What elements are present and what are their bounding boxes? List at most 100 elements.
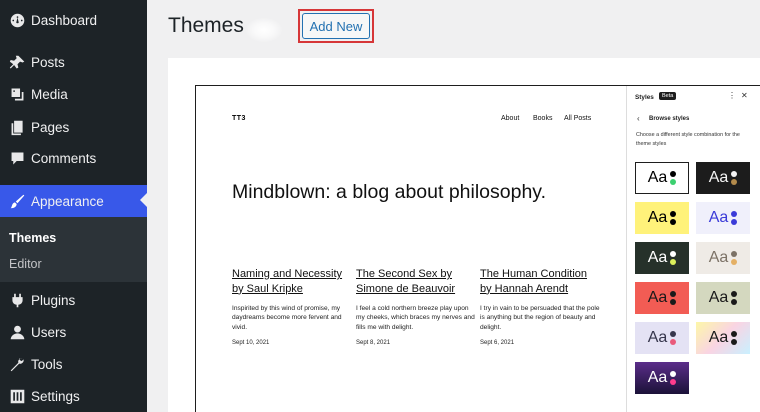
pin-icon [7, 52, 27, 72]
menu-label: Tools [31, 356, 63, 372]
screen-glare [246, 18, 282, 42]
plug-icon [7, 290, 27, 310]
swatch-color-dot [731, 291, 738, 297]
swatch-sample-text: Aa [708, 289, 729, 306]
style-variation-swatch[interactable]: Aa [635, 242, 689, 274]
swatch-color-dots [670, 290, 677, 306]
swatch-color-dots [670, 330, 677, 346]
swatch-sample-text: Aa [647, 169, 668, 186]
menu-label: Settings [31, 388, 80, 404]
swatch-sample-text: Aa [708, 249, 729, 266]
brush-icon [7, 191, 27, 211]
pages-icon [7, 117, 27, 137]
appearance-submenu: Themes Editor [0, 217, 147, 282]
swatch-color-dots [670, 250, 677, 266]
swatch-color-dot [670, 179, 677, 185]
admin-sidebar: Dashboard Posts Media Pages Comments App… [0, 0, 147, 412]
browse-styles-description: Choose a different style combination for… [636, 132, 740, 147]
add-new-button[interactable]: Add New [302, 13, 370, 39]
swatch-color-dots [731, 250, 738, 266]
menu-tools[interactable]: Tools [0, 349, 147, 379]
style-variation-swatch[interactable]: Aa [635, 202, 689, 234]
submenu-themes[interactable]: Themes [9, 231, 56, 245]
swatch-color-dot [731, 259, 738, 265]
menu-label: Plugins [31, 292, 76, 308]
swatch-color-dot [670, 251, 677, 257]
style-variation-swatch[interactable]: Aa [635, 362, 689, 394]
style-variation-swatch[interactable]: Aa [696, 202, 750, 234]
menu-users[interactable]: Users [0, 317, 147, 347]
more-options-icon[interactable]: ⋮ [728, 91, 736, 100]
post-title[interactable]: Naming and Necessity by Saul Kripke [232, 267, 352, 296]
comment-icon [7, 148, 27, 168]
styles-panel: Styles Beta ⋮ ✕ ‹ Browse styles Choose a… [626, 86, 760, 412]
style-variation-swatch[interactable]: Aa [696, 242, 750, 274]
swatch-color-dots [670, 210, 677, 226]
nav-all-posts[interactable]: All Posts [564, 115, 591, 122]
swatch-color-dot [731, 219, 738, 225]
menu-comments[interactable]: Comments [0, 143, 147, 173]
swatch-color-dot [670, 299, 677, 305]
swatch-sample-text: Aa [708, 209, 729, 226]
add-new-highlight: Add New [298, 9, 374, 43]
styles-panel-title: Styles [635, 94, 654, 101]
swatch-color-dot [670, 331, 677, 337]
swatch-sample-text: Aa [708, 169, 729, 186]
post-date: Sept 6, 2021 [480, 339, 515, 346]
menu-dashboard[interactable]: Dashboard [0, 5, 147, 35]
menu-media[interactable]: Media [0, 79, 147, 109]
swatch-color-dot [731, 339, 738, 345]
nav-books[interactable]: Books [533, 115, 552, 122]
swatch-sample-text: Aa [647, 209, 668, 226]
swatch-sample-text: Aa [647, 289, 668, 306]
menu-plugins[interactable]: Plugins [0, 285, 147, 315]
close-icon[interactable]: ✕ [741, 91, 748, 100]
theme-preview[interactable]: TT3 About Books All Posts Mindblown: a b… [195, 85, 760, 412]
menu-pages[interactable]: Pages [0, 112, 147, 142]
style-variation-swatch[interactable]: Aa [635, 282, 689, 314]
swatch-sample-text: Aa [647, 369, 668, 386]
nav-about[interactable]: About [501, 115, 519, 122]
users-icon [7, 322, 27, 342]
swatch-color-dot [731, 171, 738, 177]
swatch-color-dots [731, 170, 738, 186]
post-date: Sept 10, 2021 [232, 339, 270, 346]
menu-label: Comments [31, 150, 97, 166]
post-excerpt: Inspirited by this wind of promise, my d… [232, 305, 342, 331]
site-title: TT3 [232, 115, 246, 122]
swatch-color-dots [670, 170, 677, 186]
menu-label: Posts [31, 54, 65, 70]
post-date: Sept 8, 2021 [356, 339, 391, 346]
style-variation-swatch[interactable]: Aa [696, 162, 750, 194]
swatch-color-dot [731, 251, 738, 257]
menu-posts[interactable]: Posts [0, 47, 147, 77]
menu-label: Media [31, 86, 68, 102]
browse-styles-heading: Browse styles [649, 116, 690, 122]
post-title[interactable]: The Human Condition by Hannah Arendt [480, 267, 600, 296]
wrench-icon [7, 354, 27, 374]
style-variation-swatch[interactable]: Aa [635, 162, 689, 194]
post-excerpt: I try in vain to be persuaded that the p… [480, 305, 600, 331]
menu-appearance[interactable]: Appearance [0, 185, 147, 217]
swatch-color-dot [670, 259, 677, 265]
menu-settings[interactable]: Settings [0, 381, 147, 411]
post-card: The Second Sex by Simone de Beauvoir I f… [356, 267, 476, 346]
post-excerpt: I feel a cold northern breeze play upon … [356, 305, 475, 331]
back-chevron-icon[interactable]: ‹ [637, 114, 640, 123]
swatch-color-dot [670, 171, 677, 177]
swatch-color-dot [670, 371, 677, 377]
settings-icon [7, 386, 27, 406]
style-variation-swatch[interactable]: Aa [696, 322, 750, 354]
swatch-color-dot [670, 219, 677, 225]
submenu-editor[interactable]: Editor [9, 257, 42, 271]
swatch-color-dots [670, 370, 677, 386]
dashboard-icon [7, 10, 27, 30]
beta-badge: Beta [659, 92, 677, 100]
page-title: Themes [168, 14, 244, 37]
swatch-color-dot [731, 299, 738, 305]
style-variation-swatch[interactable]: Aa [635, 322, 689, 354]
style-variation-swatch[interactable]: Aa [696, 282, 750, 314]
swatch-color-dot [731, 179, 738, 185]
post-title[interactable]: The Second Sex by Simone de Beauvoir [356, 267, 476, 296]
menu-label: Dashboard [31, 12, 98, 28]
